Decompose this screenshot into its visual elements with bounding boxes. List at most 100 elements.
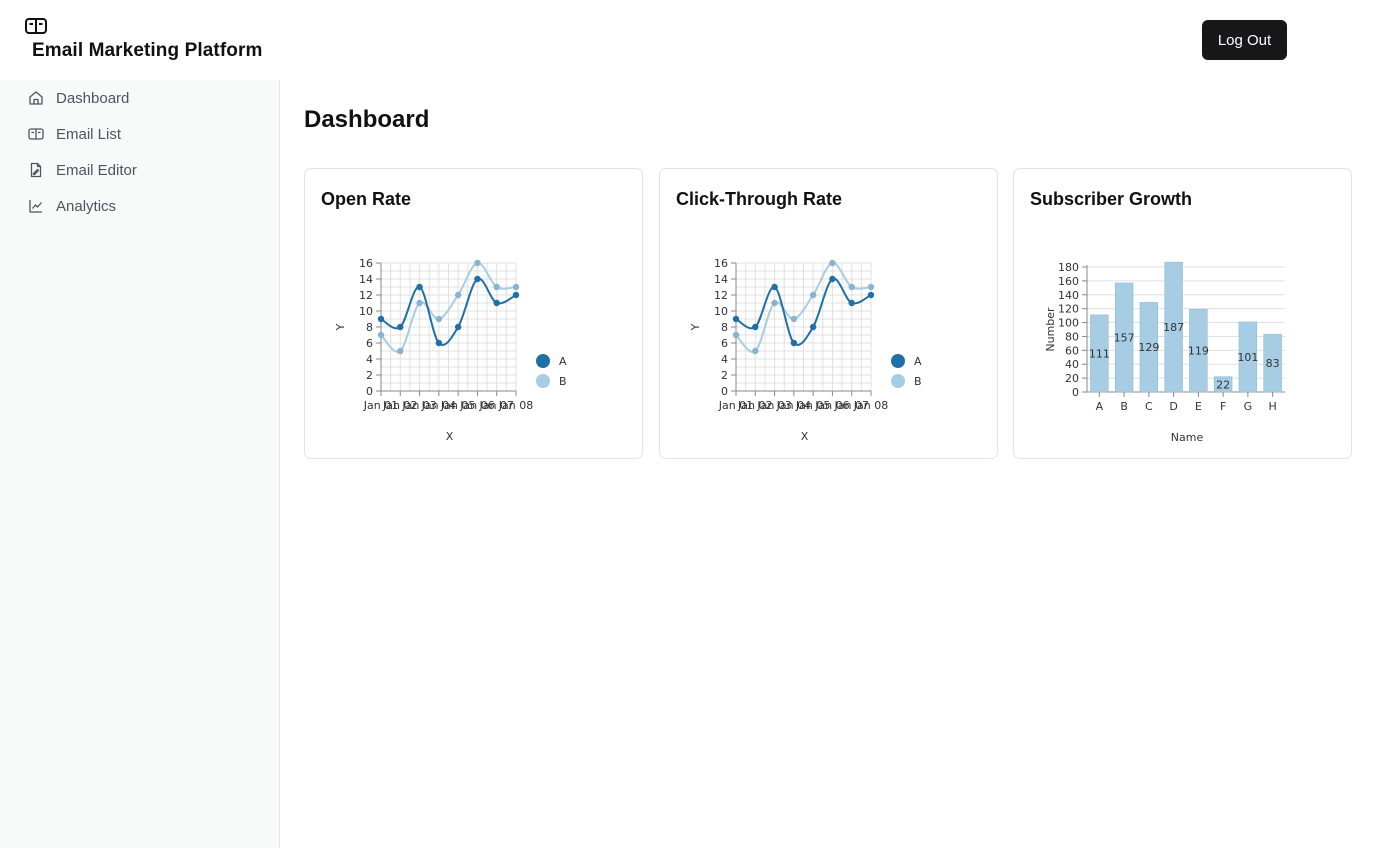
- legend-swatch-a: [891, 354, 905, 368]
- y-axis-title: Number: [1044, 307, 1057, 352]
- data-point-b: [397, 347, 404, 355]
- y-axis-title: Y: [689, 323, 702, 331]
- x-tick-label: Jan 08: [498, 399, 533, 412]
- data-point-a: [829, 275, 836, 283]
- x-tick-label: F: [1220, 400, 1226, 413]
- y-tick-label: 4: [721, 353, 728, 366]
- bar-value-label: 101: [1237, 351, 1258, 364]
- legend-swatch-b: [891, 374, 905, 388]
- legend-label: A: [559, 355, 567, 368]
- y-tick-label: 0: [721, 385, 728, 398]
- y-tick-label: 180: [1058, 261, 1079, 274]
- data-point-a: [771, 283, 778, 291]
- sidebar-item-label: Email Editor: [56, 161, 137, 179]
- data-point-b: [867, 283, 875, 291]
- y-tick-label: 0: [1072, 386, 1079, 399]
- y-tick-label: 120: [1058, 303, 1079, 316]
- page-title: Dashboard: [304, 106, 430, 133]
- open-rate-chart: 0246810121416Jan 01Jan 02Jan 03Jan 04Jan…: [334, 257, 567, 443]
- click-through-rate-chart: 0246810121416Jan 01Jan 02Jan 03Jan 04Jan…: [689, 257, 922, 443]
- data-point-a: [512, 291, 520, 299]
- sidebar-item-label: Email List: [56, 125, 122, 143]
- y-tick-label: 20: [1065, 372, 1079, 385]
- bar-value-label: 157: [1114, 331, 1135, 344]
- line-chart-icon: [29, 200, 42, 213]
- data-point-a: [790, 339, 798, 347]
- bar-value-label: 83: [1266, 357, 1280, 370]
- y-tick-label: 4: [366, 353, 373, 366]
- data-point-b: [790, 315, 798, 323]
- data-point-a: [377, 315, 385, 323]
- open-rate-card: Open Rate 0 2 4 6 8 10 12 14 16 Jan 01 Jan 02 Jan 0…: [304, 168, 643, 459]
- data-point-b: [377, 331, 385, 339]
- bar-value-label: 22: [1216, 378, 1230, 391]
- data-point-a: [867, 291, 875, 299]
- y-tick-label: 60: [1065, 344, 1079, 357]
- data-point-b: [809, 291, 817, 299]
- sidebar-item-label: Dashboard: [56, 89, 130, 107]
- data-point-a: [752, 323, 759, 331]
- y-tick-label: 10: [359, 305, 373, 318]
- legend-label: B: [559, 375, 567, 388]
- data-point-a: [397, 323, 404, 331]
- x-axis-title: X: [801, 430, 809, 443]
- data-point-a: [435, 339, 443, 347]
- data-point-b: [493, 283, 500, 291]
- sidebar-item-email-editor[interactable]: Email Editor: [28, 160, 137, 180]
- y-tick-label: 140: [1058, 289, 1079, 302]
- y-tick-label: 14: [359, 273, 373, 286]
- data-point-b: [474, 259, 481, 267]
- y-tick-label: 8: [721, 321, 728, 334]
- y-tick-label: 80: [1065, 330, 1079, 343]
- data-point-b: [454, 291, 462, 299]
- y-tick-label: 100: [1058, 317, 1079, 330]
- y-tick-label: 40: [1065, 358, 1079, 371]
- x-tick-label: D: [1169, 400, 1177, 413]
- data-point-b: [732, 331, 740, 339]
- y-tick-label: 12: [359, 289, 373, 302]
- legend-swatch-a: [536, 354, 550, 368]
- bar-value-label: 129: [1138, 341, 1159, 354]
- y-tick-label: 2: [366, 369, 373, 382]
- sidebar: Dashboard Email List Email Editor Analyt…: [0, 80, 280, 848]
- legend-swatch-b: [536, 374, 550, 388]
- top-bar: Email Marketing Platform Log Out: [0, 0, 1376, 80]
- y-tick-label: 2: [721, 369, 728, 382]
- x-tick-label: H: [1268, 400, 1276, 413]
- data-point-b: [829, 259, 836, 267]
- click-through-rate-card: Click-Through Rate 0 2 4 6 8 10 12 14 16 Jan 01 Ja…: [659, 168, 998, 459]
- y-tick-label: 6: [721, 337, 728, 350]
- mail-list-icon: [28, 128, 44, 140]
- data-point-a: [809, 323, 817, 331]
- y-tick-label: 0: [366, 385, 373, 398]
- x-tick-label: A: [1096, 400, 1104, 413]
- y-tick-label: 160: [1058, 275, 1079, 288]
- sidebar-item-dashboard[interactable]: Dashboard: [28, 88, 129, 108]
- home-icon: [29, 91, 43, 105]
- y-tick-label: 12: [714, 289, 728, 302]
- data-point-a: [732, 315, 740, 323]
- bar-value-label: 111: [1089, 347, 1110, 360]
- y-tick-label: 16: [714, 257, 728, 270]
- y-tick-label: 8: [366, 321, 373, 334]
- sidebar-item-label: Analytics: [56, 197, 117, 215]
- y-tick-label: 6: [366, 337, 373, 350]
- data-point-a: [474, 275, 481, 283]
- bar-value-label: 187: [1163, 321, 1184, 334]
- data-point-a: [416, 283, 423, 291]
- legend-label: A: [914, 355, 922, 368]
- data-point-b: [771, 299, 778, 307]
- x-tick-label: Jan 08: [853, 399, 888, 412]
- x-tick-label: E: [1195, 400, 1202, 413]
- x-axis-title: X: [446, 430, 454, 443]
- logout-button[interactable]: Log Out: [1202, 20, 1287, 60]
- mail-icon: [25, 18, 47, 34]
- x-tick-label: B: [1120, 400, 1128, 413]
- data-point-a: [454, 323, 462, 331]
- x-axis-title: Name: [1171, 431, 1204, 444]
- y-axis-title: Y: [334, 323, 347, 331]
- subscriber-growth-chart: 020406080100120140160180 111 A 157 B 129 C 187 D…: [1044, 261, 1285, 444]
- data-point-a: [848, 299, 855, 307]
- sidebar-item-analytics[interactable]: Analytics: [28, 196, 116, 216]
- sidebar-item-email-list[interactable]: Email List: [28, 124, 121, 144]
